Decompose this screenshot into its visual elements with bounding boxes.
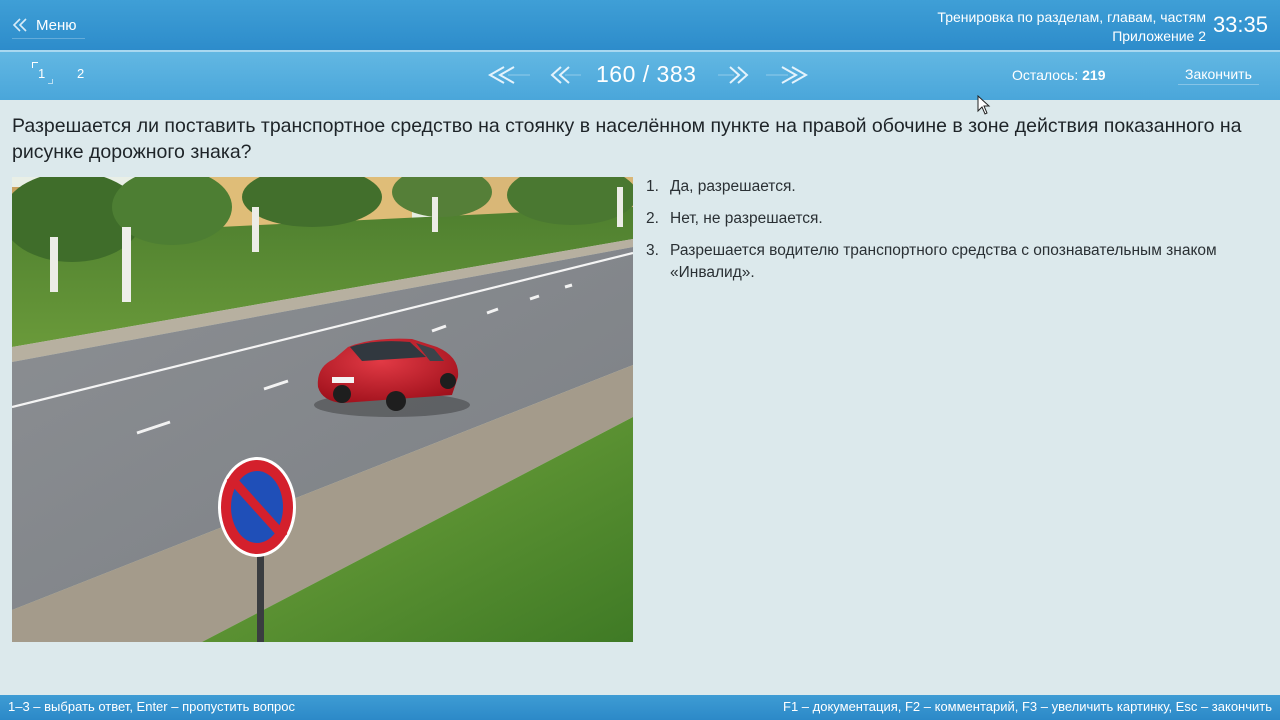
answer-list: 1. Да, разрешается. 2. Нет, не разрешает… xyxy=(646,176,1256,294)
answer-number: 3. xyxy=(646,242,659,259)
answer-number: 2. xyxy=(646,210,659,227)
first-question-button[interactable] xyxy=(486,64,534,86)
finish-button[interactable]: Закончить xyxy=(1178,64,1259,85)
answer-number: 1. xyxy=(646,178,659,195)
mode-titles: Тренировка по разделам, главам, частям П… xyxy=(937,8,1206,46)
answer-option-2[interactable]: 2. Нет, не разрешается. xyxy=(646,208,1256,230)
chevron-right-icon xyxy=(718,66,749,84)
last-question-button[interactable] xyxy=(762,64,810,86)
question-picture[interactable] xyxy=(12,177,633,642)
section-title: Приложение 2 xyxy=(1112,28,1206,44)
question-navbar: 1 2 160 / 383 Осталось: 219 Закончить xyxy=(0,50,1280,100)
menu-label: Меню xyxy=(36,16,77,34)
answer-option-1[interactable]: 1. Да, разрешается. xyxy=(646,176,1256,198)
next-question-button[interactable] xyxy=(716,64,750,86)
remaining-value: 219 xyxy=(1082,67,1106,83)
question-text: Разрешается ли поставить транспортное ср… xyxy=(12,115,1242,163)
question-tab-2[interactable]: 2 xyxy=(73,66,88,81)
question-tab-1[interactable]: 1 xyxy=(31,62,54,84)
answer-option-3[interactable]: 3. Разрешается водителю транспортного ср… xyxy=(646,240,1256,284)
double-chevron-left-icon xyxy=(487,66,530,84)
answer-text: Разрешается водителю транспортного средс… xyxy=(670,242,1217,281)
previous-question-button[interactable] xyxy=(549,64,583,86)
footer-right-hint: F1 – документация, F2 – комментарий, F3 … xyxy=(783,699,1272,714)
top-header: Меню Тренировка по разделам, главам, час… xyxy=(0,0,1280,50)
mouse-cursor-icon xyxy=(977,95,991,115)
remaining-label: Осталось: xyxy=(1012,67,1079,83)
double-chevron-right-icon xyxy=(766,66,809,84)
navbar-divider xyxy=(0,50,1280,52)
menu-button[interactable]: Меню xyxy=(12,12,85,39)
hotkeys-footer: 1–3 – выбрать ответ, Enter – пропустить … xyxy=(0,695,1280,720)
mode-title: Тренировка по разделам, главам, частям xyxy=(937,9,1206,25)
exam-timer: 33:35 xyxy=(1212,12,1268,37)
answer-text: Нет, не разрешается. xyxy=(670,210,823,227)
answer-text: Да, разрешается. xyxy=(670,178,796,195)
footer-left-hint: 1–3 – выбрать ответ, Enter – пропустить … xyxy=(8,699,296,714)
chevron-left-icon xyxy=(550,66,581,84)
remaining-counter: Осталось: 219 xyxy=(1012,67,1105,83)
question-counter: 160 / 383 xyxy=(596,61,697,87)
double-chevron-left-icon xyxy=(12,18,27,32)
